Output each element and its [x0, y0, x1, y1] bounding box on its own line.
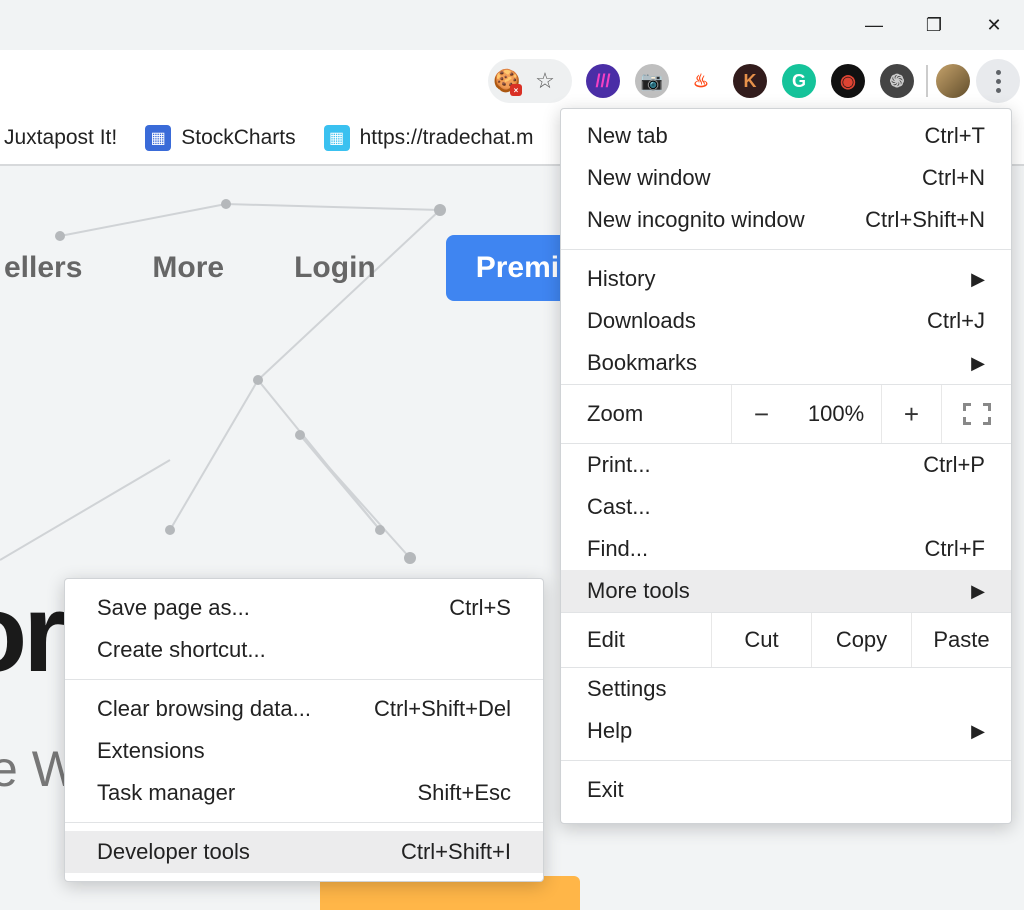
menu-label: Downloads [587, 308, 696, 334]
menu-incognito[interactable]: New incognito window Ctrl+Shift+N [561, 199, 1011, 241]
submenu-arrow-icon: ▶ [971, 721, 985, 742]
submenu-shortcut: Ctrl+Shift+I [401, 839, 511, 865]
edit-cut[interactable]: Cut [711, 613, 811, 667]
submenu-arrow-icon: ▶ [971, 581, 985, 602]
menu-separator [561, 249, 1011, 250]
submenu-arrow-icon: ▶ [971, 353, 985, 374]
menu-shortcut: Ctrl+J [927, 308, 985, 334]
submenu-shortcut: Ctrl+S [449, 595, 511, 621]
zoom-percent: 100% [791, 401, 881, 427]
menu-label: New window [587, 165, 711, 191]
zoom-out-button[interactable]: − [731, 385, 791, 443]
menu-label: Print... [587, 452, 651, 478]
edit-label: Edit [561, 627, 711, 653]
menu-exit[interactable]: Exit [561, 769, 1011, 811]
menu-history[interactable]: History ▶ [561, 258, 1011, 300]
more-tools-submenu: Save page as... Ctrl+S Create shortcut..… [64, 578, 544, 882]
submenu-task-manager[interactable]: Task manager Shift+Esc [65, 772, 543, 814]
submenu-label: Clear browsing data... [97, 696, 311, 722]
menu-help[interactable]: Help ▶ [561, 710, 1011, 752]
nav-login[interactable]: Login [294, 251, 376, 285]
submenu-extensions[interactable]: Extensions [65, 730, 543, 772]
menu-shortcut: Ctrl+N [922, 165, 985, 191]
menu-label: Bookmarks [587, 350, 697, 376]
menu-bookmarks[interactable]: Bookmarks ▶ [561, 342, 1011, 384]
zoom-label: Zoom [561, 401, 731, 427]
menu-label: More tools [587, 578, 690, 604]
submenu-shortcut: Shift+Esc [417, 780, 511, 806]
menu-separator [561, 760, 1011, 761]
fullscreen-icon [963, 403, 991, 425]
submenu-shortcut: Ctrl+Shift+Del [374, 696, 511, 722]
submenu-label: Save page as... [97, 595, 250, 621]
menu-cast[interactable]: Cast... [561, 486, 1011, 528]
submenu-arrow-icon: ▶ [971, 269, 985, 290]
menu-new-tab[interactable]: New tab Ctrl+T [561, 115, 1011, 157]
menu-shortcut: Ctrl+T [925, 123, 986, 149]
submenu-separator [65, 822, 543, 823]
edit-copy[interactable]: Copy [811, 613, 911, 667]
menu-new-window[interactable]: New window Ctrl+N [561, 157, 1011, 199]
menu-find[interactable]: Find... Ctrl+F [561, 528, 1011, 570]
submenu-label: Task manager [97, 780, 235, 806]
zoom-in-button[interactable]: + [881, 385, 941, 443]
submenu-label: Create shortcut... [97, 637, 266, 663]
nav-ellers[interactable]: ellers [4, 251, 82, 285]
menu-zoom: Zoom − 100% + [561, 384, 1011, 444]
menu-label: Settings [587, 676, 667, 702]
submenu-separator [65, 679, 543, 680]
submenu-create-shortcut[interactable]: Create shortcut... [65, 629, 543, 671]
menu-shortcut: Ctrl+Shift+N [865, 207, 985, 233]
edit-paste[interactable]: Paste [911, 613, 1011, 667]
submenu-clear-data[interactable]: Clear browsing data... Ctrl+Shift+Del [65, 688, 543, 730]
menu-label: Find... [587, 536, 648, 562]
menu-settings[interactable]: Settings [561, 668, 1011, 710]
menu-more-tools[interactable]: More tools ▶ [561, 570, 1011, 612]
menu-label: History [587, 266, 655, 292]
menu-label: New incognito window [587, 207, 805, 233]
menu-downloads[interactable]: Downloads Ctrl+J [561, 300, 1011, 342]
menu-label: Cast... [587, 494, 651, 520]
menu-label: Help [587, 718, 632, 744]
submenu-label: Developer tools [97, 839, 250, 865]
fullscreen-button[interactable] [941, 385, 1011, 443]
menu-shortcut: Ctrl+P [923, 452, 985, 478]
menu-label: Exit [587, 777, 624, 803]
submenu-developer-tools[interactable]: Developer tools Ctrl+Shift+I [65, 831, 543, 873]
chrome-menu: New tab Ctrl+T New window Ctrl+N New inc… [560, 108, 1012, 824]
submenu-label: Extensions [97, 738, 205, 764]
menu-edit-row: Edit Cut Copy Paste [561, 612, 1011, 668]
menu-shortcut: Ctrl+F [925, 536, 986, 562]
submenu-save-page[interactable]: Save page as... Ctrl+S [65, 587, 543, 629]
nav-more[interactable]: More [152, 251, 224, 285]
menu-print[interactable]: Print... Ctrl+P [561, 444, 1011, 486]
menu-label: New tab [587, 123, 668, 149]
